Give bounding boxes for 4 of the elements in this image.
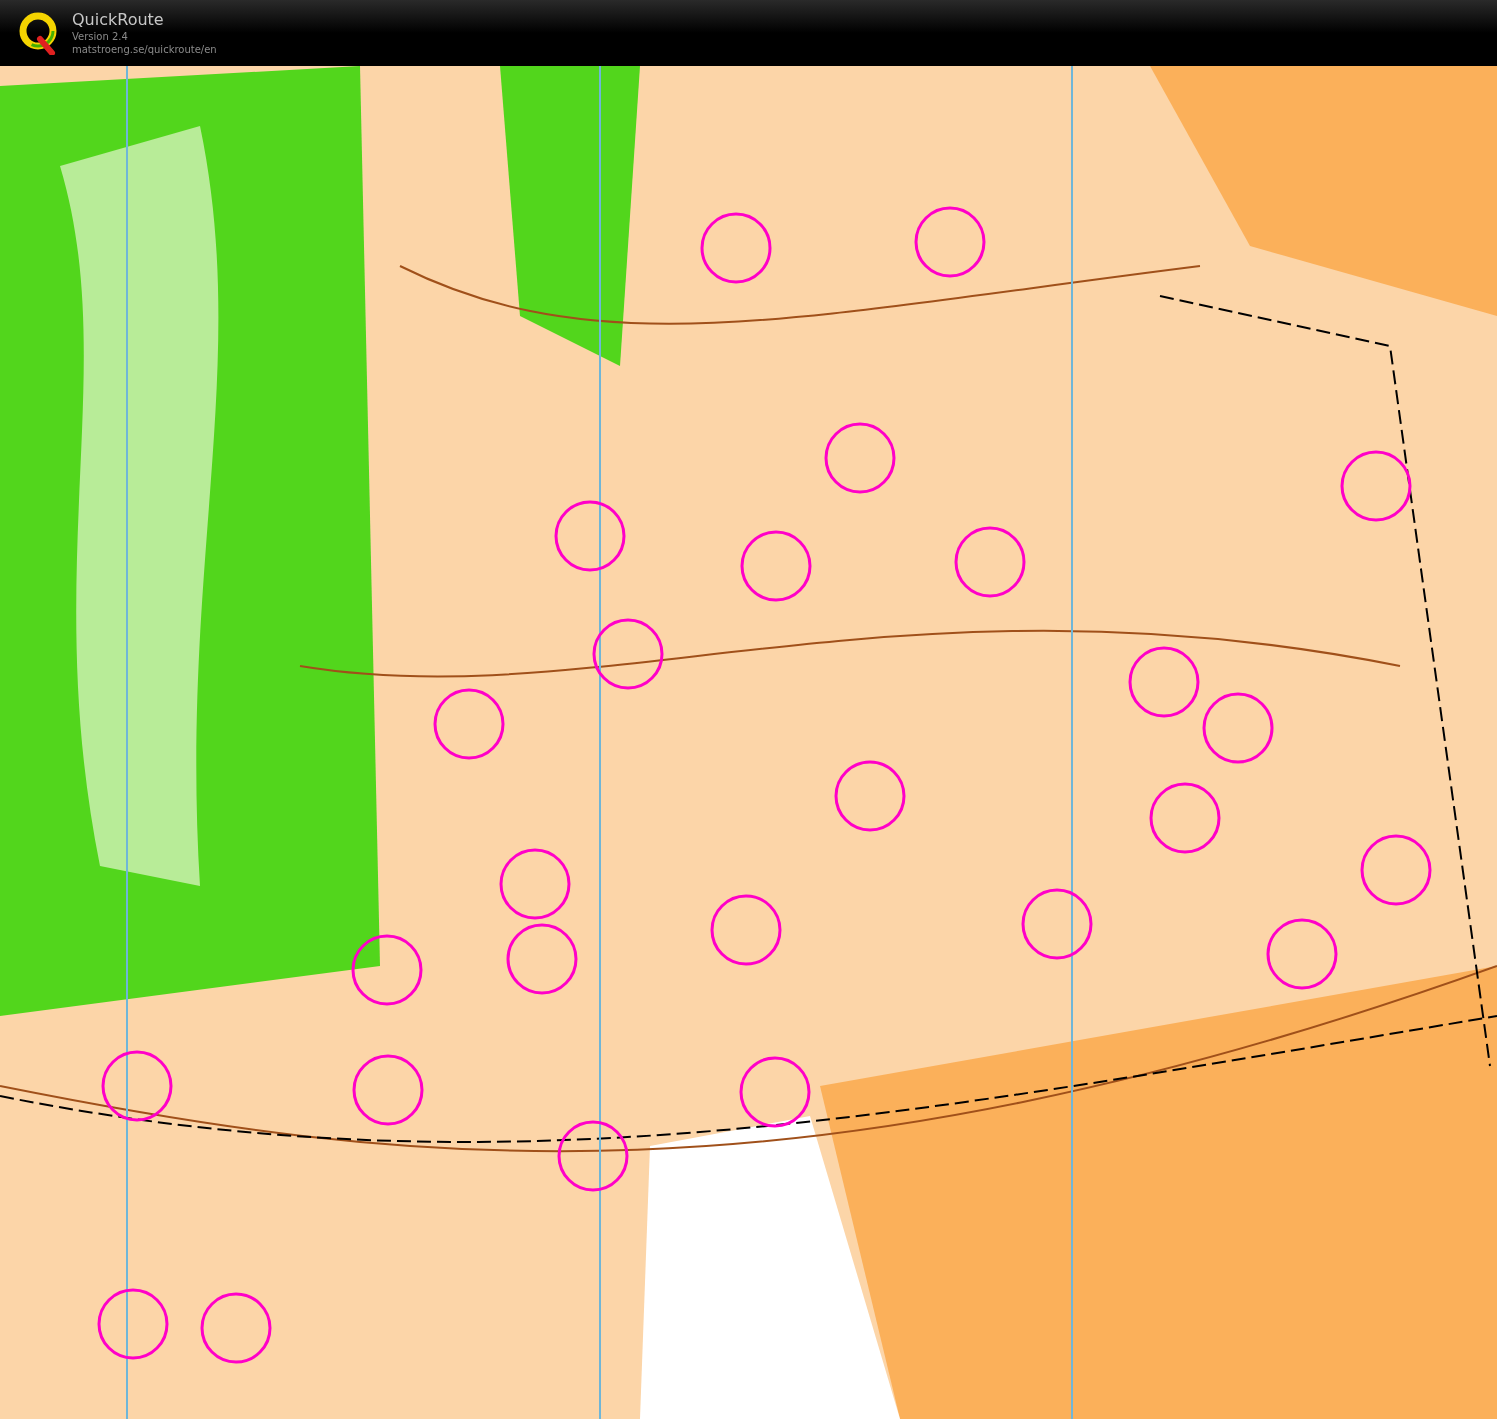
q-logo-icon (18, 11, 58, 55)
app-title: QuickRoute (72, 10, 165, 30)
website-link[interactable]: matstroeng.se/quickroute/en (72, 43, 217, 56)
version-text: Version 2.4 (72, 30, 129, 43)
